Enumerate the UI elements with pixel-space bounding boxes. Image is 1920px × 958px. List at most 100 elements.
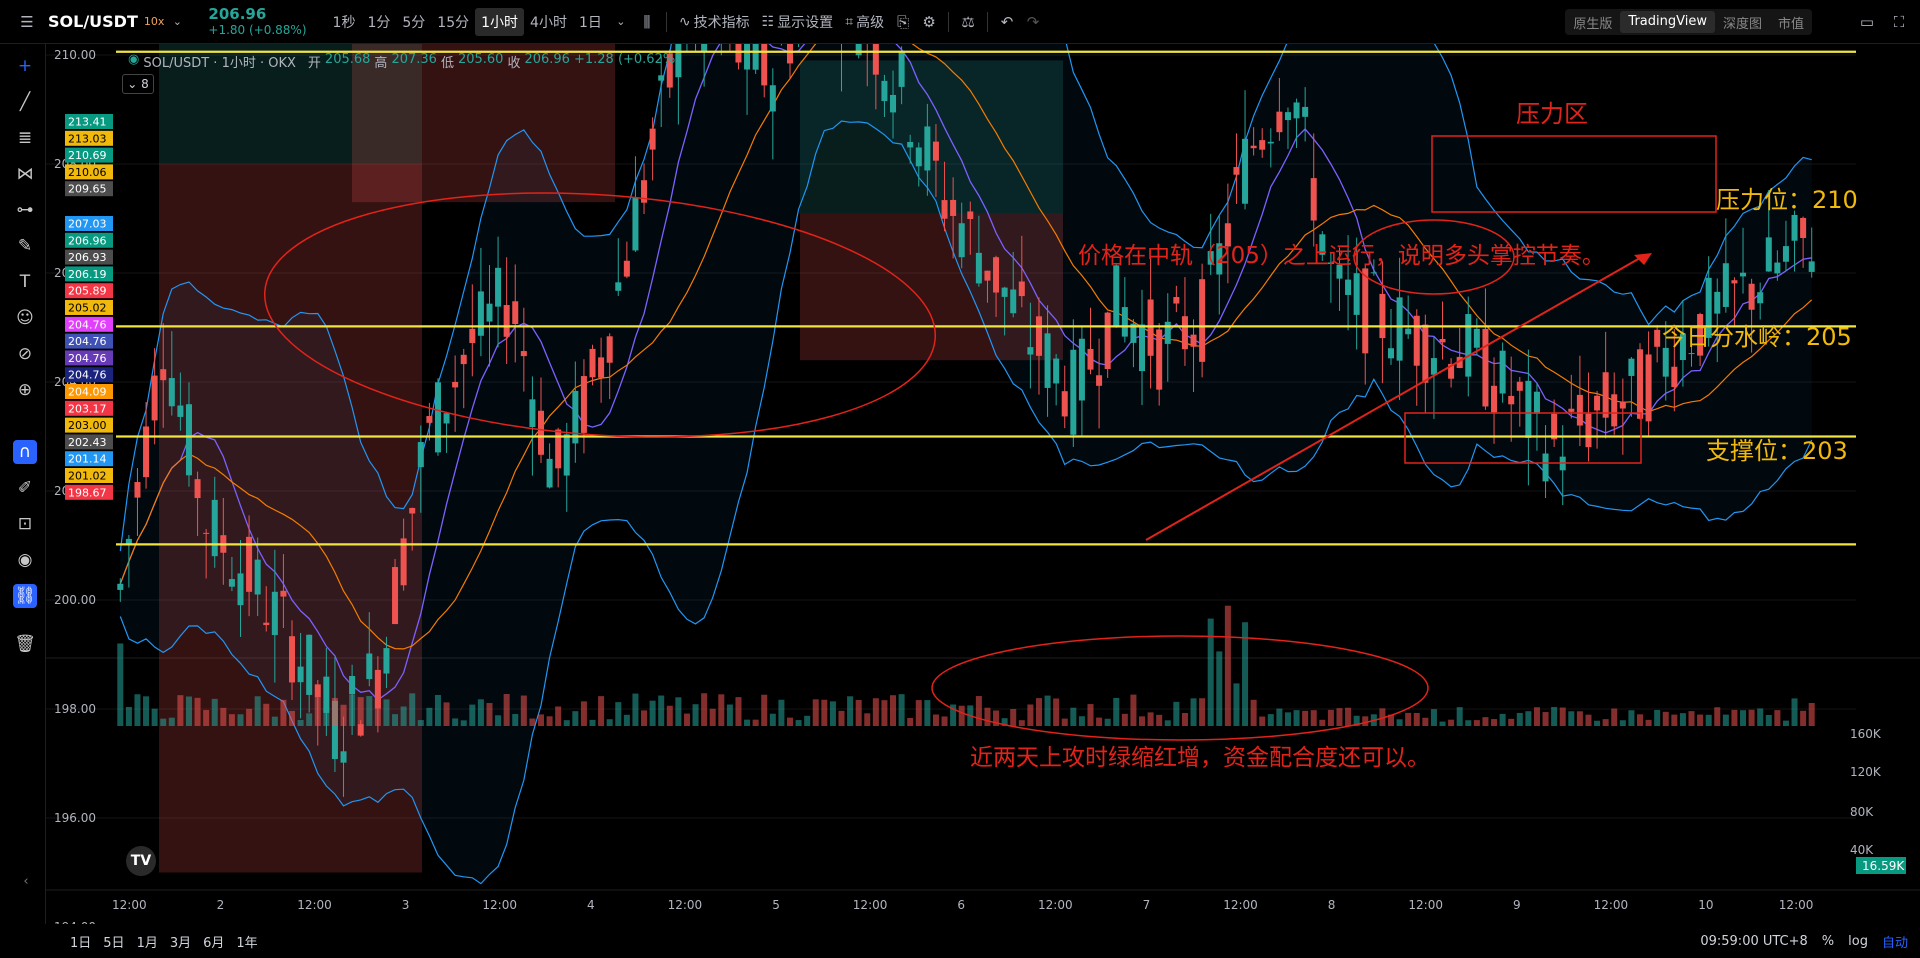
candle-body bbox=[426, 416, 433, 423]
candle-body bbox=[881, 80, 888, 102]
indicators-label: 技术指标 bbox=[693, 14, 750, 31]
percent-toggle[interactable]: % bbox=[1822, 934, 1834, 949]
crosshair-icon[interactable]: + bbox=[13, 54, 37, 78]
candle-body bbox=[503, 304, 510, 337]
candle-body bbox=[1808, 261, 1815, 272]
candle-body bbox=[1001, 287, 1008, 297]
pattern-icon[interactable]: ⋈ bbox=[13, 162, 37, 186]
view-tab[interactable]: 市值 bbox=[1770, 13, 1812, 32]
candle-body bbox=[1173, 297, 1180, 304]
candle-body bbox=[744, 44, 751, 70]
chart-canvas[interactable]: 216.00214.00212.00210.00208.00206.00204.… bbox=[46, 44, 1920, 924]
candle-body bbox=[907, 141, 914, 148]
volume-bar bbox=[349, 694, 356, 726]
volume-bar bbox=[520, 695, 527, 726]
volume-bar bbox=[615, 702, 622, 726]
candle-body bbox=[1190, 334, 1197, 347]
eye-icon[interactable]: ◉ bbox=[13, 548, 37, 572]
fib-icon[interactable]: ≣ bbox=[13, 126, 37, 150]
view-tab[interactable]: 原生版 bbox=[1565, 13, 1620, 32]
interval-tab[interactable]: 5分 bbox=[396, 8, 431, 36]
volume-bar bbox=[1267, 714, 1274, 726]
watershed-label: 今日分水岭：205 bbox=[1662, 323, 1852, 351]
advanced-button[interactable]: ⌗ 高级 bbox=[839, 8, 890, 36]
volume-bar bbox=[185, 696, 192, 726]
indicator-toggle[interactable]: ⌄ 8 bbox=[122, 74, 154, 94]
volume-bar bbox=[400, 706, 407, 726]
candle-body bbox=[1688, 353, 1695, 355]
range-button[interactable]: 1日 bbox=[70, 932, 91, 951]
candle-body bbox=[1199, 279, 1206, 362]
candle-body bbox=[1413, 315, 1420, 366]
candle-body bbox=[297, 666, 304, 683]
indicators-button[interactable]: ∿ 技术指标 bbox=[673, 8, 756, 36]
interval-tab[interactable]: 15分 bbox=[431, 8, 475, 36]
candle-body bbox=[1147, 299, 1154, 356]
candle-body bbox=[537, 410, 545, 455]
volume-bar bbox=[1396, 719, 1403, 726]
candle-body bbox=[786, 44, 793, 64]
brush-icon[interactable]: ✎ bbox=[13, 234, 37, 258]
interval-tab[interactable]: 4小时 bbox=[524, 8, 573, 36]
candle-body bbox=[349, 675, 356, 695]
measure-icon[interactable]: ⊶ bbox=[13, 198, 37, 222]
link-icon[interactable]: ⛓ bbox=[13, 584, 37, 608]
trendline-icon[interactable]: ╱ bbox=[13, 90, 37, 114]
candle-body bbox=[409, 507, 416, 514]
chevron-down-icon[interactable]: ⌄ bbox=[164, 9, 190, 35]
candle-body bbox=[1748, 283, 1755, 310]
candle-body bbox=[632, 198, 639, 251]
volume-bar bbox=[529, 718, 536, 726]
compare-icon[interactable]: ⚖ bbox=[955, 9, 981, 35]
interval-tab[interactable]: 1分 bbox=[361, 8, 396, 36]
collapse-icon[interactable]: ‹ bbox=[14, 870, 38, 894]
fullscreen-icon[interactable]: ⛶ bbox=[1886, 9, 1912, 35]
trash-icon[interactable]: 🗑 bbox=[13, 632, 37, 656]
volume-bar bbox=[1413, 712, 1420, 726]
window-icon[interactable]: ▭ bbox=[1854, 9, 1880, 35]
lock-icon[interactable]: ⊡ bbox=[13, 512, 37, 536]
menu-icon[interactable]: ☰ bbox=[14, 9, 40, 35]
auto-toggle[interactable]: 自动 bbox=[1882, 932, 1908, 951]
emoji-icon[interactable]: ☺ bbox=[13, 306, 37, 330]
legend-title: SOL/USDT · 1小时 · OKX bbox=[143, 56, 296, 71]
interval-tab[interactable]: 1秒 bbox=[327, 8, 362, 36]
candle-body bbox=[872, 44, 879, 75]
volume-bar bbox=[855, 699, 862, 726]
volume-bar bbox=[1697, 714, 1704, 726]
view-switcher: 原生版 TradingView 深度图 市值 bbox=[1565, 9, 1812, 35]
time-tick: 3 bbox=[402, 898, 410, 912]
volume-bar bbox=[864, 713, 871, 726]
candle-body bbox=[1113, 265, 1120, 327]
range-button[interactable]: 6月 bbox=[203, 932, 224, 951]
candle-body bbox=[263, 622, 270, 626]
display-settings-button[interactable]: ☷ 显示设置 bbox=[756, 8, 840, 36]
interval-tab[interactable]: 1小时 bbox=[475, 7, 525, 36]
log-toggle[interactable]: log bbox=[1848, 934, 1868, 949]
zoom-in-icon[interactable]: ⊕ bbox=[13, 378, 37, 402]
candle-body bbox=[932, 141, 939, 161]
ruler-icon[interactable]: ⊘ bbox=[13, 342, 37, 366]
candle-body bbox=[340, 751, 347, 763]
volume-bar bbox=[1087, 704, 1094, 726]
range-button[interactable]: 1年 bbox=[236, 932, 257, 951]
lock-draw-icon[interactable]: ✐ bbox=[13, 476, 37, 500]
text-icon[interactable]: T bbox=[13, 270, 37, 294]
volume-bar bbox=[881, 700, 888, 726]
range-button[interactable]: 1月 bbox=[137, 932, 158, 951]
volume-bar bbox=[941, 716, 948, 726]
redo-icon[interactable]: ↷ bbox=[1020, 9, 1046, 35]
view-tab[interactable]: TradingView bbox=[1620, 11, 1715, 33]
view-tab[interactable]: 深度图 bbox=[1715, 13, 1770, 32]
undo-icon[interactable]: ↶ bbox=[994, 9, 1020, 35]
template-icon[interactable]: ⎘ bbox=[890, 9, 916, 35]
gear-icon[interactable]: ⚙ bbox=[916, 9, 942, 35]
range-button[interactable]: 5日 bbox=[103, 932, 124, 951]
chevron-down-icon[interactable]: ⌄ bbox=[608, 9, 634, 35]
range-button[interactable]: 3月 bbox=[170, 932, 191, 951]
volume-tick: 80K bbox=[1850, 805, 1874, 819]
candlestick-type-icon[interactable]: ⫼ bbox=[634, 9, 660, 35]
pair-name[interactable]: SOL/USDT bbox=[48, 12, 138, 31]
interval-tab[interactable]: 1日 bbox=[573, 8, 608, 36]
magnet-icon[interactable]: ∩ bbox=[13, 440, 37, 464]
